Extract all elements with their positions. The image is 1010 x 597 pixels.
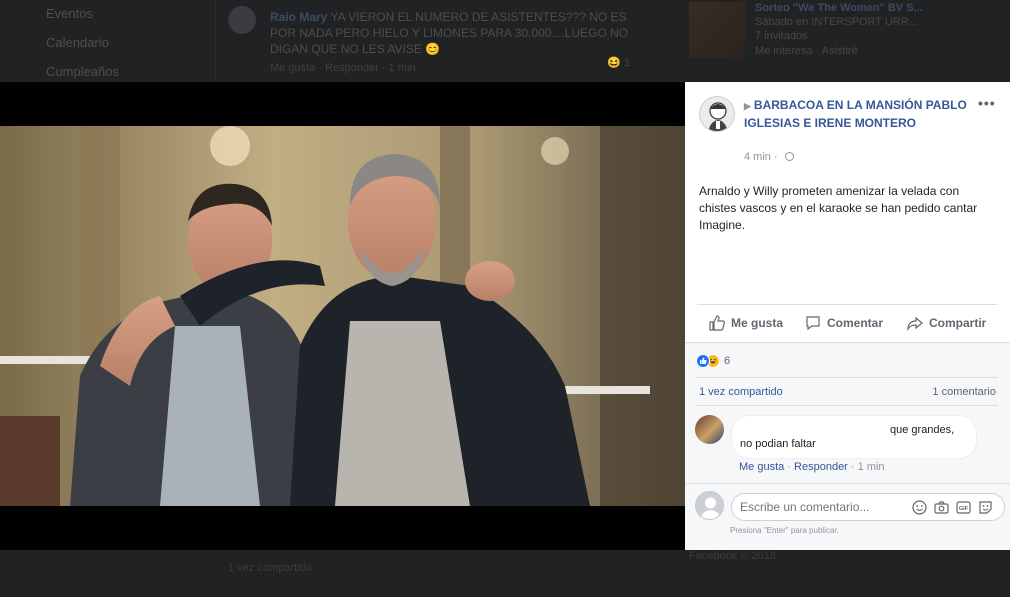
background-shared-count: 1 vez compartido: [228, 562, 312, 574]
comment-text-line2: no podian faltar: [740, 438, 816, 450]
divider: [697, 304, 997, 305]
event-title[interactable]: Sorteo "We The Women" BV S...: [755, 2, 923, 14]
background-footer: Facebook © 2018: [689, 550, 776, 562]
commenter-avatar[interactable]: [695, 415, 724, 444]
nav-item-eventos[interactable]: Eventos: [46, 6, 93, 21]
post-title-text[interactable]: BARBACOA EN LA MANSIÓN PABLO IGLESIAS E …: [744, 98, 967, 130]
emoji-icon[interactable]: [911, 499, 927, 515]
event-guests: 7 invitados: [755, 30, 808, 42]
share-button[interactable]: Compartir: [907, 310, 986, 336]
comment-time[interactable]: 1 min: [858, 461, 885, 473]
photo-illustration: [0, 126, 685, 506]
nav-item-cumpleanos[interactable]: Cumpleaños: [46, 64, 119, 79]
background-comment-text: Raio Mary YA VIERON EL NUMERO DE ASISTEN…: [270, 9, 630, 57]
background-comment-avatar: [228, 6, 256, 34]
divider: [695, 377, 998, 378]
background-event: Sorteo "We The Women" BV S... Sábado en …: [685, 0, 1010, 82]
photo-theater: [0, 82, 685, 550]
comment-bubble: que grandes, no podian faltar: [731, 415, 977, 459]
comment-count-link[interactable]: 1 comentario: [932, 386, 996, 398]
globe-icon: [784, 152, 794, 161]
background-left-nav: Eventos Calendario Cumpleaños: [0, 0, 216, 82]
comment-meta: Me gusta · Responder · 1 min: [739, 461, 885, 473]
reaction-count: 6: [724, 355, 731, 367]
shared-count-link[interactable]: 1 vez compartido: [699, 386, 783, 398]
like-button[interactable]: Me gusta: [709, 310, 783, 336]
divider: [685, 483, 1010, 484]
gif-icon[interactable]: GIF: [955, 499, 971, 515]
nav-item-calendario[interactable]: Calendario: [46, 35, 109, 50]
caret-right-icon: ▶: [744, 101, 751, 111]
comment-reply-link[interactable]: Responder: [794, 461, 848, 473]
event-actions[interactable]: Me interesa · Asistiré: [755, 45, 858, 57]
post-title[interactable]: ▶ BARBACOA EN LA MANSIÓN PABLO IGLESIAS E…: [744, 97, 974, 132]
background-comment-reactions: 😆 1: [607, 57, 630, 69]
post-timestamp[interactable]: 4 min ·: [744, 151, 794, 163]
like-reaction-icon: [696, 354, 710, 368]
feedback-section: 6 1 vez compartido 1 comentario que gran…: [685, 342, 1010, 550]
comment-like-link[interactable]: Me gusta: [739, 461, 784, 473]
background-feed-comment: Raio Mary YA VIERON EL NUMERO DE ASISTEN…: [218, 0, 670, 82]
avatar-caricature-icon: [708, 102, 728, 131]
post-photo[interactable]: [0, 126, 685, 506]
background-comment-meta: Me gusta · Responder · 1 min: [270, 62, 416, 74]
like-label: Me gusta: [731, 316, 784, 330]
background-reaction-count: 1: [623, 57, 630, 69]
composer-icons: GIF: [911, 499, 993, 515]
sticker-icon[interactable]: [977, 499, 993, 515]
post-actions: Me gusta Comentar Compartir: [697, 310, 997, 336]
event-location: Sábado en INTERSPORT URR...: [755, 16, 918, 28]
comment-button[interactable]: Comentar: [805, 310, 883, 336]
svg-text:GIF: GIF: [958, 506, 968, 512]
composer-hint: Presiona "Enter" para publicar.: [730, 526, 839, 535]
default-user-icon: [700, 497, 721, 519]
background-comment-author[interactable]: Raio Mary: [270, 10, 327, 24]
share-arrow-icon: [907, 316, 923, 331]
comment-label: Comentar: [827, 316, 884, 330]
speech-bubble-icon: [806, 316, 820, 331]
share-label: Compartir: [929, 316, 987, 330]
current-user-avatar: [695, 491, 724, 520]
camera-icon[interactable]: [933, 499, 949, 515]
reactions-summary[interactable]: 6: [696, 353, 730, 369]
post-panel: ▶ BARBACOA EN LA MANSIÓN PABLO IGLESIAS E…: [685, 82, 1010, 550]
comment-text-line1: que grandes,: [890, 424, 955, 436]
event-thumbnail[interactable]: [689, 2, 745, 58]
post-time-text[interactable]: 4 min: [744, 151, 771, 163]
page-avatar[interactable]: [699, 96, 735, 132]
more-options-icon[interactable]: •••: [978, 95, 996, 111]
thumbs-up-icon: [709, 315, 725, 331]
post-body: Arnaldo y Willy prometen amenizar la vel…: [699, 184, 978, 232]
divider: [695, 405, 998, 406]
